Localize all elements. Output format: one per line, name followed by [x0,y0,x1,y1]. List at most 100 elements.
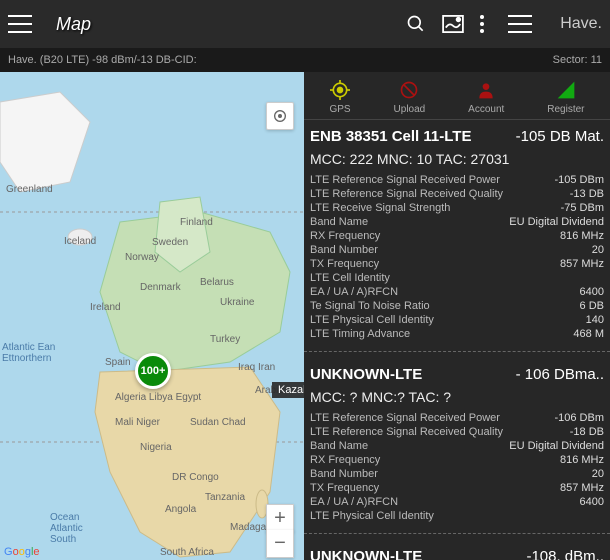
metric-key: Band Name [310,216,368,228]
metric-row: EA / UA / A)RFCN 6400 [310,495,604,509]
metric-row: LTE Reference Signal Received Power -106 … [310,411,604,425]
metric-key: Band Number [310,468,378,480]
tab-account[interactable]: Account [468,80,504,115]
metric-key: Te Signal To Noise Ratio [310,300,430,312]
metric-key: LTE Cell Identity [310,272,390,284]
cell-block: UNKNOWN-LTE- 106 DBma..MCC: ? MNC:? TAC:… [304,358,610,527]
map-svg [0,72,304,560]
cluster-marker[interactable]: 100+ [135,353,171,389]
metric-value: -105 DBm [554,174,604,186]
google-logo: Google [4,546,40,558]
metric-value: 857 MHz [560,258,604,270]
metric-value: 6400 [580,286,604,298]
metric-row: LTE Timing Advance 468 M [310,327,604,341]
cell-subtitle: MCC: ? MNC:? TAC: ? [310,387,604,411]
cell-block: ENB 38351 Cell 11-LTE -105 DB Mat. MCC: 22… [304,120,610,345]
metric-value: 6 DB [580,300,604,312]
cell-title: UNKNOWN-LTE [310,548,422,560]
tab-register[interactable]: Register [547,80,584,115]
right-menu-icon[interactable] [508,15,532,33]
signal-icon [556,80,576,100]
cell-subtitle: MCC: 222 MNC: 10 TAC: 27031 [310,149,604,173]
metric-row: Te Signal To Noise Ratio 6 DB [310,299,604,313]
layers-icon[interactable] [442,15,464,33]
metric-value: -18 DB [570,426,604,438]
metric-key: LTE Reference Signal Received Power [310,174,500,186]
metric-key: LTE Receive Signal Strength [310,202,450,214]
metric-key: LTE Physical Cell Identity [310,510,434,522]
metric-row: LTE Reference Signal Received Quality -13… [310,187,604,201]
app-title: Map [56,14,91,35]
metric-value: 140 [586,314,604,326]
zoom-in-button[interactable]: + [266,504,294,532]
metric-value: 20 [592,468,604,480]
metric-row: LTE Cell Identity [310,271,604,285]
status-right: Sector: 11 [553,54,602,66]
metric-row: Band Number 20 [310,243,604,257]
tab-gps[interactable]: GPS [329,80,350,115]
metric-key: EA / UA / A)RFCN [310,286,398,298]
metric-value: EU Digital Dividend [509,440,604,452]
metric-row: TX Frequency 857 MHz [310,257,604,271]
zoom-out-button[interactable]: − [266,530,294,558]
metric-row: RX Frequency 816 MHz [310,453,604,467]
metric-value: -75 DBm [561,202,604,214]
metric-key: RX Frequency [310,230,380,242]
metric-key: RX Frequency [310,454,380,466]
tab-upload[interactable]: Upload [394,80,426,115]
metric-value: 20 [592,244,604,256]
metric-value: 816 MHz [560,230,604,242]
metric-key: LTE Timing Advance [310,328,410,340]
divider [304,533,610,534]
tab-label: GPS [329,104,350,115]
status-left: Have. (B20 LTE) -98 dBm/-13 DB-CID: [8,54,197,66]
metric-value: EU Digital Dividend [509,216,604,228]
metric-value: -13 DB [570,188,604,200]
metric-value: 468 M [573,328,604,340]
top-bar: Map Have. [0,0,610,48]
map-tooltip: Kazakhs [272,382,304,398]
metric-row: LTE Physical Cell Identity 140 [310,313,604,327]
cell-title: UNKNOWN-LTE [310,366,422,383]
metric-value: -106 DBm [554,412,604,424]
metric-row: Band Name EU Digital Dividend [310,215,604,229]
cell-dbm: -105 DB Mat. [516,128,604,145]
metric-value: 816 MHz [560,454,604,466]
metric-row: RX Frequency 816 MHz [310,229,604,243]
metric-key: EA / UA / A)RFCN [310,496,398,508]
tab-label: Account [468,104,504,115]
locate-button[interactable] [266,102,294,130]
metric-row: LTE Receive Signal Strength -75 DBm [310,201,604,215]
metric-value: 857 MHz [560,482,604,494]
menu-icon[interactable] [8,15,32,33]
tab-label: Upload [394,104,426,115]
cell-title: ENB 38351 Cell 11-LTE [310,128,471,145]
map-view[interactable]: Greenland Iceland Finland Sweden Norway … [0,72,304,560]
info-pane: GPS Upload Account Register ENB 38351 Ce… [304,72,610,560]
cell-block: UNKNOWN-LTE -108. dBm.. [304,540,610,560]
metric-key: Band Name [310,440,368,452]
tab-label: Register [547,104,584,115]
metric-key: LTE Reference Signal Received Quality [310,188,503,200]
metric-row: TX Frequency857 MHz [310,481,604,495]
metric-row: LTE Physical Cell Identity [310,509,604,523]
cell-dbm: -108. dBm.. [526,548,604,560]
more-icon[interactable] [480,15,484,33]
gps-icon [330,80,350,100]
metric-key: LTE Physical Cell Identity [310,314,434,326]
metric-row: Band Name EU Digital Dividend [310,439,604,453]
metric-row: Band Number 20 [310,467,604,481]
metric-key: Band Number [310,244,378,256]
search-icon[interactable] [406,14,426,34]
metric-row: EA / UA / A)RFCN 6400 [310,285,604,299]
metric-key: LTE Reference Signal Received Power [310,412,500,424]
metric-value: 6400 [580,496,604,508]
right-title: Have. [560,15,602,33]
divider [304,351,610,352]
upload-icon [399,80,419,100]
tab-row: GPS Upload Account Register [304,72,610,120]
metric-key: TX Frequency [310,258,379,270]
account-icon [476,80,496,100]
metric-row: LTE Reference Signal Received Power -105 … [310,173,604,187]
metric-key: LTE Reference Signal Received Quality [310,426,503,438]
